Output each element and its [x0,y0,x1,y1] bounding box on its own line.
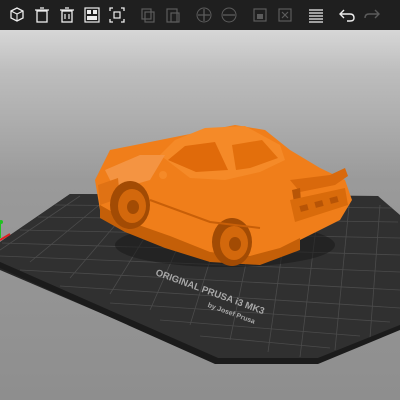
add-instance-button[interactable] [193,4,215,26]
undo-button[interactable] [336,4,358,26]
plus-icon [196,7,212,23]
arrange-icon [84,7,100,23]
copy-button[interactable] [137,4,159,26]
split-objects-icon [253,8,267,22]
3d-viewport[interactable]: ORIGINAL PRUSA i3 MK3 by Josef Prusa [0,0,400,400]
arrange-button[interactable] [81,4,103,26]
undo-icon [339,9,355,22]
main-toolbar [0,0,400,30]
add-object-button[interactable] [6,4,28,26]
copy-icon [141,8,155,23]
split-to-objects-button[interactable] [249,4,271,26]
layers-icon [309,9,323,23]
car-model[interactable] [95,125,352,267]
redo-button[interactable] [361,4,383,26]
trash-icon [35,7,49,23]
layers-editing-button[interactable] [305,4,327,26]
remove-instance-button[interactable] [218,4,240,26]
split-parts-icon [278,8,292,22]
redo-icon [364,9,380,19]
split-to-parts-button[interactable] [274,4,296,26]
cube-add-icon [10,7,24,22]
front-wheel [110,181,150,229]
split-button[interactable] [106,4,128,26]
delete-all-button[interactable] [56,4,78,26]
delete-button[interactable] [31,4,53,26]
minus-icon [221,7,237,23]
split-icon [109,7,125,23]
paste-icon [166,8,180,23]
paste-button[interactable] [162,4,184,26]
3d-scene[interactable]: ORIGINAL PRUSA i3 MK3 by Josef Prusa [0,0,400,400]
trash-all-icon [60,7,74,23]
